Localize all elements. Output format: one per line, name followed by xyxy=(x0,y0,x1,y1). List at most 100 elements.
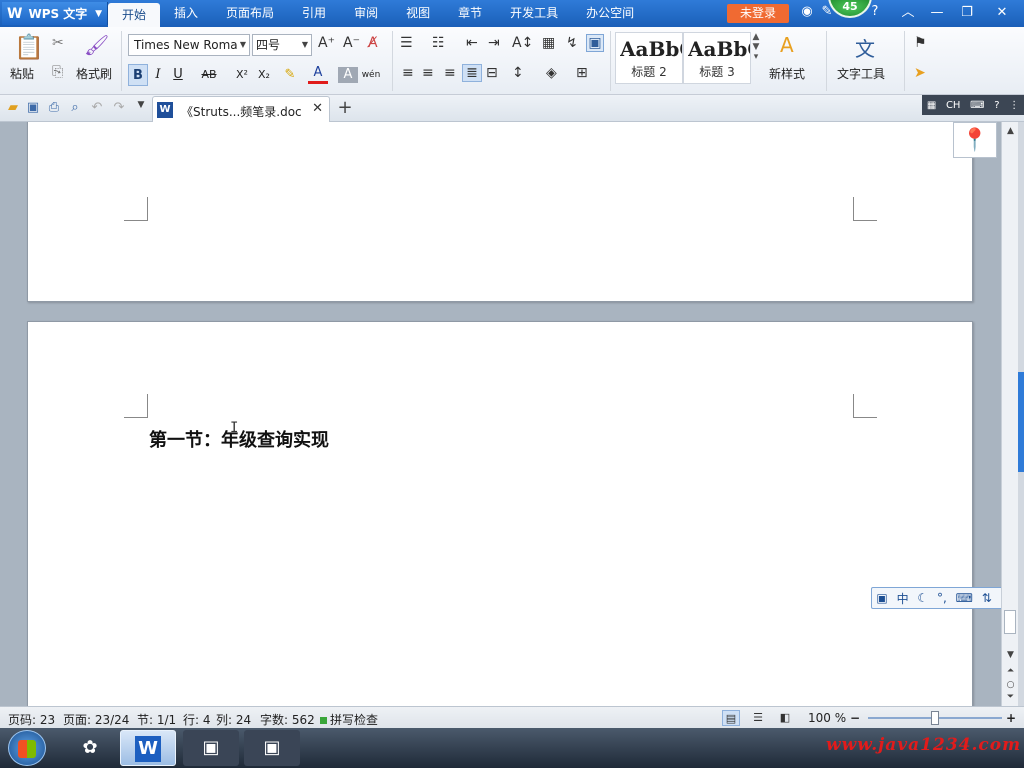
simplified-icon[interactable]: ⇅ xyxy=(982,591,992,605)
outline-view-icon[interactable]: ☰ xyxy=(749,710,767,726)
justify-icon[interactable]: ≣ xyxy=(462,64,482,82)
task-pane-edge[interactable] xyxy=(1018,122,1024,706)
bold-button[interactable]: B xyxy=(128,64,148,86)
taskbar-wps-writer[interactable]: W xyxy=(120,730,176,766)
chevron-down-icon[interactable]: ▼ xyxy=(132,100,150,110)
web-view-icon[interactable]: ◧ xyxy=(776,710,794,726)
align-center-icon[interactable]: ≡ xyxy=(422,65,434,81)
taskbar-app-3[interactable]: ▣ xyxy=(183,730,239,766)
italic-button[interactable]: I xyxy=(148,64,168,86)
status-word-count[interactable]: 字数: 562 xyxy=(260,711,315,728)
scroll-up-icon[interactable]: ▲ xyxy=(1005,126,1016,136)
collapse-ribbon-button[interactable]: ︿ xyxy=(894,2,922,24)
paste-button[interactable]: 粘贴 xyxy=(10,65,34,82)
phonetic-guide-button[interactable]: wén xyxy=(360,64,382,86)
strikethrough-button[interactable]: AB xyxy=(196,64,222,86)
document-canvas[interactable]: 第一节：年级查询实现 I xyxy=(0,122,1018,706)
browse-object-icon[interactable]: ○ xyxy=(1005,680,1016,690)
grid-icon[interactable]: ▦ xyxy=(927,100,936,111)
shading-icon[interactable]: ◈ xyxy=(546,65,557,81)
close-button[interactable]: ✕ xyxy=(988,2,1016,24)
underline-button[interactable]: U xyxy=(168,64,188,86)
page-current[interactable]: 第一节：年级查询实现 I xyxy=(27,321,973,706)
half-width-icon[interactable]: ☾ xyxy=(917,591,928,605)
zoom-level[interactable]: 100 % xyxy=(808,711,846,725)
login-button[interactable]: 未登录 xyxy=(727,4,789,23)
help-icon[interactable]: ? xyxy=(866,4,884,19)
char-shading-icon[interactable]: A xyxy=(338,67,358,83)
cut-icon[interactable]: ✂ xyxy=(52,35,64,51)
location-pin-icon[interactable]: 📍 xyxy=(953,122,997,158)
scroll-down-icon[interactable]: ▼ xyxy=(1005,650,1016,660)
next-page-icon[interactable]: ⏷ xyxy=(1005,692,1016,702)
restore-button[interactable]: ❐ xyxy=(953,2,981,24)
ime-mode-chinese[interactable]: 中 xyxy=(897,590,909,607)
copy-icon[interactable]: ⎘ xyxy=(52,64,63,80)
align-right-icon[interactable]: ≡ xyxy=(444,65,456,81)
redo-icon[interactable]: ↷ xyxy=(110,100,128,115)
text-direction-icon[interactable]: A↕ xyxy=(512,35,533,51)
subscript-button[interactable]: X₂ xyxy=(254,64,274,86)
taskbar-app-1[interactable]: ✿ xyxy=(62,730,118,766)
prev-page-icon[interactable]: ⏶ xyxy=(1005,666,1016,676)
zoom-out-icon[interactable]: − xyxy=(850,711,860,725)
punctuation-icon[interactable]: °, xyxy=(937,591,947,605)
document-tab[interactable]: W 《Struts...频笔录.doc ✕ xyxy=(152,96,330,122)
text-tools-button[interactable]: 文字工具 xyxy=(837,65,885,82)
new-style-icon[interactable]: A xyxy=(780,33,794,57)
zoom-slider-knob[interactable] xyxy=(931,711,939,725)
paste-icon[interactable]: 📋 xyxy=(14,33,44,61)
page-view-icon[interactable]: ▤ xyxy=(722,710,740,726)
font-color-button[interactable]: A xyxy=(308,64,328,84)
start-button[interactable] xyxy=(8,730,46,766)
tab-chapter[interactable]: 章节 xyxy=(444,0,496,27)
minimize-button[interactable]: — xyxy=(923,2,951,24)
keyboard-icon[interactable]: ⌨ xyxy=(970,100,984,111)
sort-icon[interactable]: ↯ xyxy=(566,35,578,51)
align-left-icon[interactable]: ≡ xyxy=(402,65,414,81)
grow-font-icon[interactable]: A⁺ xyxy=(318,35,335,51)
app-menu-button[interactable]: W WPS 文字 ▼ xyxy=(2,2,108,25)
tab-view[interactable]: 视图 xyxy=(392,0,444,27)
decrease-indent-icon[interactable]: ⇤ xyxy=(466,35,478,51)
table-icon[interactable]: ▦ xyxy=(542,35,555,51)
font-size-select[interactable]: 四号 ▼ xyxy=(252,34,312,56)
font-name-select[interactable]: Times New Roma ▼ xyxy=(128,34,250,56)
keyboard-icon[interactable]: ⌨ xyxy=(956,591,973,605)
taskbar-app-4[interactable]: ▣ xyxy=(244,730,300,766)
distribute-icon[interactable]: ⊟ xyxy=(486,65,498,81)
vertical-scrollbar[interactable]: ▲ ▼ ⏶ ○ ⏷ xyxy=(1001,122,1018,706)
save-icon[interactable]: ▣ xyxy=(24,100,42,115)
close-icon[interactable]: ✕ xyxy=(312,101,323,116)
new-tab-button[interactable]: + xyxy=(335,97,355,118)
ime-language[interactable]: CH xyxy=(946,100,961,111)
highlight-icon[interactable]: ✎ xyxy=(280,64,300,86)
line-spacing-icon[interactable]: ↕ xyxy=(512,65,524,81)
tab-review[interactable]: 审阅 xyxy=(340,0,392,27)
style-scroll-icon[interactable]: ▲ ▼ ▾ xyxy=(751,32,761,62)
show-marks-icon[interactable]: ▣ xyxy=(586,34,604,52)
tab-office-space[interactable]: 办公空间 xyxy=(572,0,648,27)
new-style-button[interactable]: 新样式 xyxy=(769,65,805,82)
scroll-thumb[interactable] xyxy=(1004,610,1016,634)
bullet-list-icon[interactable]: ☰ xyxy=(400,35,413,51)
print-preview-icon[interactable]: ⌕ xyxy=(66,100,84,115)
tab-references[interactable]: 引用 xyxy=(288,0,340,27)
help-icon[interactable]: ? xyxy=(994,100,999,111)
borders-icon[interactable]: ⊞ xyxy=(576,65,588,81)
folder-open-icon[interactable]: ▰ xyxy=(4,100,22,115)
style-heading-3[interactable]: AaBbC 标题 3 xyxy=(683,32,751,84)
section-heading[interactable]: 第一节：年级查询实现 xyxy=(149,426,329,452)
style-heading-2[interactable]: AaBbC 标题 2 xyxy=(615,32,683,84)
numbered-list-icon[interactable]: ☷ xyxy=(432,35,445,51)
format-painter-button[interactable]: 格式刷 xyxy=(76,65,112,82)
page-previous[interactable] xyxy=(27,122,973,302)
shrink-font-icon[interactable]: A⁻ xyxy=(343,35,360,51)
increase-indent-icon[interactable]: ⇥ xyxy=(488,35,500,51)
tab-insert[interactable]: 插入 xyxy=(160,0,212,27)
options-icon[interactable]: ⋮ xyxy=(1009,100,1019,111)
select-icon[interactable]: ➤ xyxy=(914,65,926,81)
feedback-icon[interactable]: ◉ xyxy=(798,4,816,19)
ime-logo-icon[interactable]: ▣ xyxy=(876,591,887,605)
spell-check-toggle[interactable]: 拼写检查 xyxy=(320,711,378,728)
